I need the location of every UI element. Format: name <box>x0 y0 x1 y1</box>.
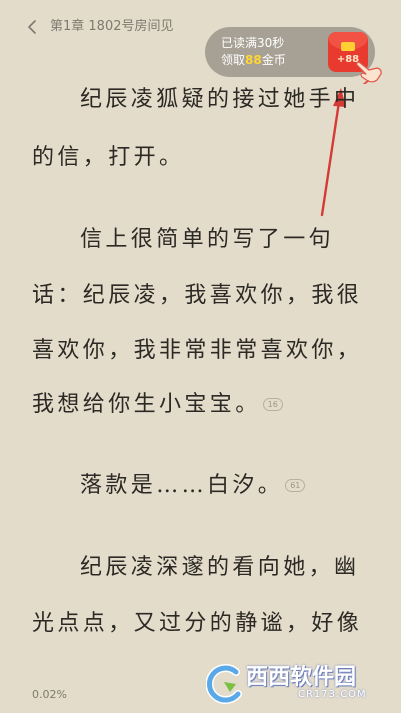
text-line: 的信，打开。 <box>32 145 185 170</box>
text-line: 光点点，又过分的静谧，好像 <box>32 611 363 636</box>
reading-content[interactable]: 纪辰凌狐疑的接过她手中 的信，打开。 信上很简单的写了一句 话：纪辰凌，我喜欢你… <box>0 0 401 713</box>
text-line: 信上很简单的写了一句 <box>80 227 335 252</box>
comment-count-badge[interactable]: 16 <box>262 397 283 411</box>
text-line: 落款是……白汐。 61 <box>80 472 306 500</box>
text-line-content: 我想给你生小宝宝。 <box>32 392 261 417</box>
watermark-logo-icon <box>206 664 242 705</box>
watermark-site: CR173.COM <box>298 689 367 700</box>
comment-count-badge[interactable]: 61 <box>285 478 306 492</box>
text-line-content: 落款是……白汐。 <box>80 473 284 498</box>
text-line: 我想给你生小宝宝。 16 <box>32 391 283 419</box>
site-watermark: 西西软件园 CR173.COM <box>206 660 396 708</box>
text-line: 话：纪辰凌，我喜欢你，我很 <box>32 283 363 308</box>
text-line: 喜欢你，我非常非常喜欢你， <box>32 338 363 363</box>
reading-progress: 0.02% <box>32 688 67 701</box>
text-line: 纪辰凌深邃的看向她，幽 <box>80 555 360 580</box>
watermark-name: 西西软件园 <box>246 665 357 690</box>
text-line: 纪辰凌狐疑的接过她手中 <box>80 87 360 112</box>
